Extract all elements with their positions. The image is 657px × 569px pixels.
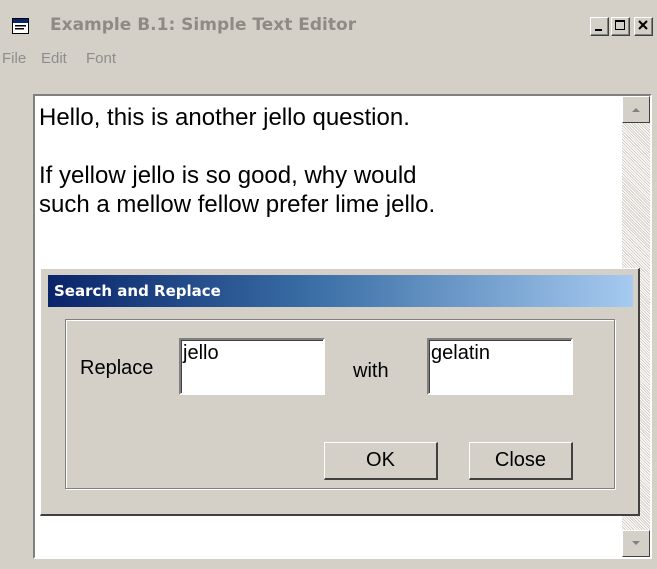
close-dialog-button[interactable]: Close: [469, 442, 573, 480]
app-window-icon[interactable]: [12, 18, 29, 34]
arrow-up-icon: [632, 108, 640, 112]
dialog-title: Search and Replace: [54, 282, 221, 300]
menu-font[interactable]: Font: [86, 50, 116, 67]
replace-input[interactable]: jello: [179, 338, 325, 395]
maximize-icon: [615, 20, 625, 30]
close-icon: [638, 20, 648, 30]
replace-group-box: Replace jello with gelatin OK Close: [65, 319, 615, 489]
scroll-down-button[interactable]: [622, 530, 650, 557]
editor-text[interactable]: Hello, this is another jello question. I…: [39, 103, 435, 219]
with-input[interactable]: gelatin: [427, 338, 573, 395]
menu-file[interactable]: File: [2, 50, 26, 67]
maximize-button[interactable]: [611, 17, 630, 36]
arrow-down-icon: [632, 541, 640, 545]
menu-edit[interactable]: Edit: [41, 50, 67, 67]
minimize-icon: [595, 29, 602, 31]
replace-label: Replace: [80, 357, 154, 379]
search-replace-dialog: Search and Replace Replace jello with ge…: [40, 268, 640, 516]
minimize-button[interactable]: [590, 17, 609, 36]
scroll-up-button[interactable]: [622, 96, 650, 123]
close-button[interactable]: [634, 17, 653, 36]
main-window: Example B.1: Simple Text Editor File Edi…: [0, 0, 657, 569]
ok-button[interactable]: OK: [324, 442, 438, 480]
dialog-title-bar[interactable]: Search and Replace: [48, 275, 633, 307]
with-label: with: [353, 360, 389, 382]
window-title: Example B.1: Simple Text Editor: [50, 15, 357, 35]
title-bar[interactable]: Example B.1: Simple Text Editor: [0, 13, 657, 40]
